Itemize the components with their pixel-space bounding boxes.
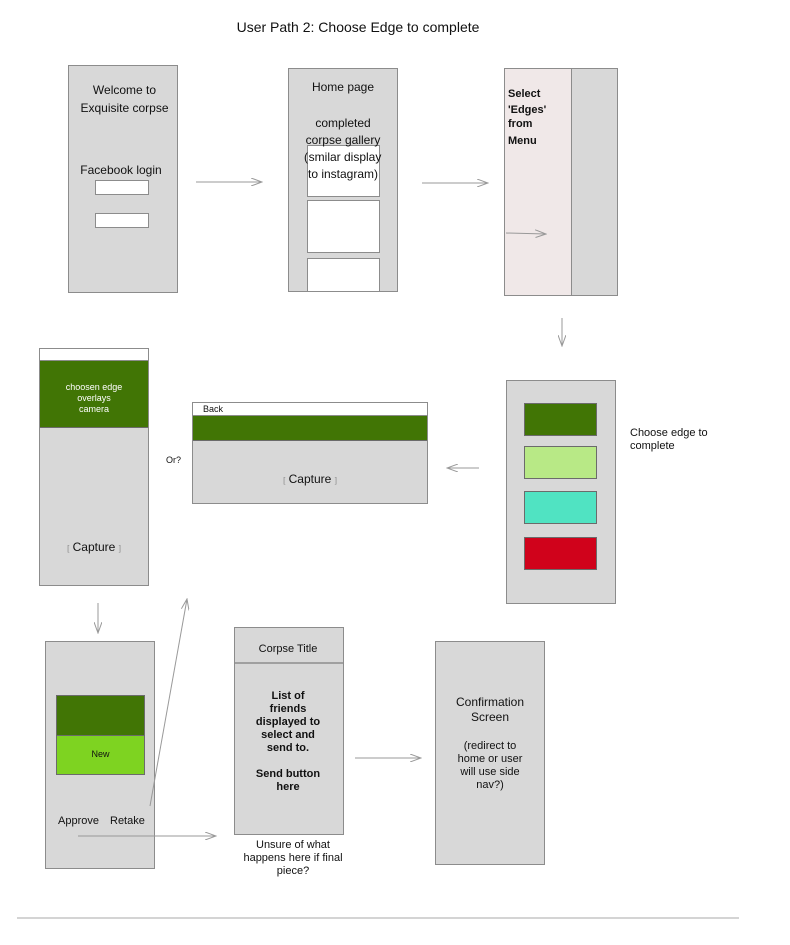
login-username-field[interactable]: [95, 180, 149, 195]
send-button-note-1: Send button: [255, 768, 321, 780]
gallery-description-1: completed: [315, 116, 371, 130]
confirmation-body-2: home or user: [457, 753, 523, 765]
friends-list-text-3: displayed to: [255, 716, 321, 728]
friends-list-text-2: friends: [269, 703, 307, 715]
confirmation-body-1: (redirect to: [463, 740, 517, 752]
confirmation-heading-2: Screen: [470, 710, 510, 724]
overlay-text-3: camera: [78, 404, 109, 414]
landscape-top-bar: [193, 403, 427, 416]
menu-instruction-4: Menu: [508, 135, 537, 147]
edge-option-teal[interactable]: [524, 491, 597, 524]
gallery-description-3: smilar display: [308, 150, 382, 164]
friends-list-text-1: List of: [271, 690, 305, 702]
menu-instruction-1: Select: [508, 88, 541, 100]
diagram-title: User Path 2: Choose Edge to complete: [236, 19, 480, 35]
home-page-heading: Home page: [311, 80, 375, 94]
gallery-item-3[interactable]: [307, 258, 380, 292]
landscape-capture-button[interactable]: [ Capture ]: [192, 472, 428, 486]
overlay-text-2: overlays: [77, 393, 111, 403]
corpse-title: Corpse Title: [258, 643, 318, 655]
approve-button[interactable]: Approve: [58, 815, 99, 827]
confirmation-body-3: will use side: [460, 766, 520, 778]
friends-list-text-5: send to.: [266, 742, 310, 754]
portrait-capture-button[interactable]: [ Capture ]: [39, 540, 149, 554]
preview-existing-piece: [56, 695, 145, 736]
landscape-edge-overlay: [193, 416, 427, 441]
login-password-field[interactable]: [95, 213, 149, 228]
choose-edge-note-1: Choose edge to: [630, 427, 708, 439]
portrait-capture-bracket-close: ]: [118, 544, 121, 553]
friends-list-text-4: select and: [261, 729, 315, 741]
unsure-note-2: happens here if final: [243, 852, 343, 864]
or-label: Or?: [166, 455, 182, 465]
unsure-note-1: Unsure of what: [256, 839, 330, 851]
preview-new-label: New: [91, 749, 110, 759]
portrait-capture-label: Capture: [72, 540, 116, 554]
send-button-note-2: here: [276, 781, 300, 793]
gallery-item-2[interactable]: [307, 200, 380, 253]
confirmation-body-4: nav?): [476, 779, 504, 791]
choose-edge-note-2: complete: [630, 440, 675, 452]
edge-option-dark-green[interactable]: [524, 403, 597, 436]
landscape-capture-bracket-open: [: [283, 476, 286, 485]
gallery-description-4: to instagram): [307, 167, 379, 181]
arrow-retake-to-capture: [149, 599, 187, 807]
back-button[interactable]: Back: [203, 404, 223, 415]
menu-instruction-2: 'Edges': [508, 104, 547, 116]
edge-option-light-green[interactable]: [524, 446, 597, 479]
portrait-capture-bracket-open: [: [67, 544, 70, 553]
facebook-login-label: Facebook login: [80, 163, 162, 177]
unsure-note-3: piece?: [276, 865, 310, 877]
welcome-line-2: Exquisite corpse: [80, 101, 169, 115]
welcome-line-1: Welcome to: [92, 83, 157, 97]
gallery-description-2: corpse gallery: [305, 133, 381, 147]
portrait-top-bar: [40, 349, 148, 361]
menu-instruction-3: from: [508, 118, 533, 130]
landscape-capture-label: Capture: [288, 472, 332, 486]
edge-option-red[interactable]: [524, 537, 597, 570]
side-menu-panel[interactable]: [505, 69, 572, 295]
retake-button[interactable]: Retake: [110, 815, 145, 827]
landscape-capture-bracket-close: ]: [334, 476, 337, 485]
overlay-text-1: choosen edge: [65, 382, 123, 392]
